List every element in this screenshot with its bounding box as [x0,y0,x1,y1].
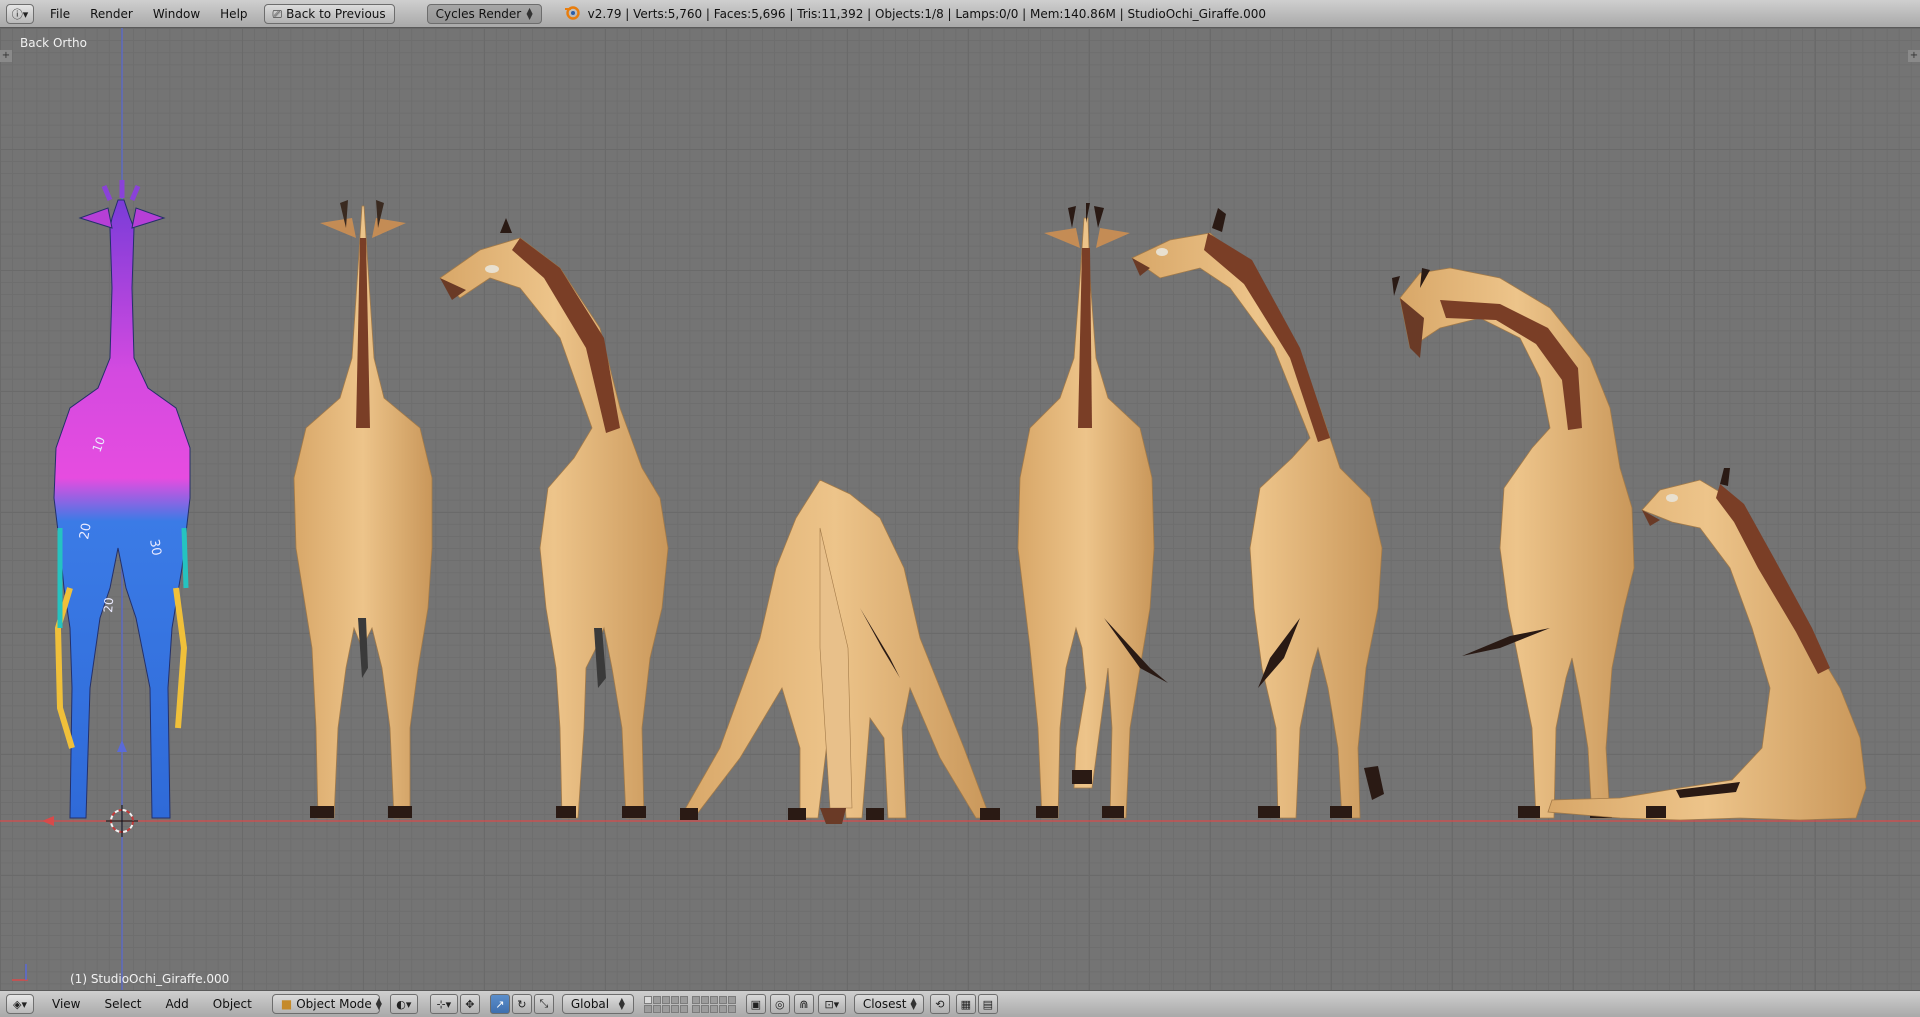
back-icon: ⎚ [272,6,283,21]
rotate-manipulator-button[interactable]: ↻ [511,994,532,1014]
orientation-label: Global [570,997,610,1011]
scale-manipulator-button[interactable]: ⤡ [533,994,554,1014]
editor-type-button[interactable]: ⓘ▾ [6,3,34,24]
x-arrow-icon [42,816,54,826]
scene-statistics: v2.79 | Verts:5,760 | Faces:5,696 | Tris… [587,6,1266,21]
uv-number: 20 [101,597,116,613]
snap-magnet-icon: ⋒ [799,997,809,1011]
layer-lock-icon: ▣ [750,997,762,1011]
menu-add[interactable]: Add [154,992,201,1016]
cube-view-icon: ◈▾ [13,997,27,1011]
menu-view[interactable]: View [40,992,92,1016]
manipulator-icon: ✥ [465,997,475,1011]
menu-render[interactable]: Render [80,2,143,26]
chevron-updown-icon: ▲ ▼ [375,996,382,1011]
viewport-shading-button[interactable]: ◐▾ [389,994,418,1014]
menu-select[interactable]: Select [92,992,153,1016]
menu-object[interactable]: Object [201,992,264,1016]
scale-icon: ⤡ [539,997,549,1010]
translate-icon: ↗ [495,997,505,1011]
render-engine-select[interactable]: Cycles Render ▲ ▼ [426,3,542,24]
lock-layers-button[interactable]: ▣ [745,994,766,1014]
snap-element-button[interactable]: ⊡▾ [817,994,846,1014]
chevron-updown-icon: ▲ ▼ [526,5,533,21]
render-anim-icon: ▤ [982,997,994,1011]
3d-viewport[interactable]: Back Ortho + + 10 20 30 20 (1) StudioOch… [0,28,1920,990]
proportional-edit-button[interactable]: ◎ [769,994,790,1014]
menu-help[interactable]: Help [210,2,257,26]
menu-file[interactable]: File [40,2,80,26]
layers-grid[interactable] [643,995,740,1013]
main-menu: File Render Window Help [40,2,258,26]
z-arrow-icon [117,740,127,752]
render-icon: ▦ [960,997,972,1011]
chevron-updown-icon: ▲ ▼ [910,996,917,1011]
menu-window[interactable]: Window [143,2,210,26]
chevron-updown-icon: ▲ ▼ [618,996,625,1011]
rotate-icon: ↻ [517,997,527,1011]
layer-group[interactable] [643,995,688,1013]
align-rotation-button[interactable]: ⟲ [929,994,950,1014]
giraffe-leg-lifted [1017,203,1168,819]
pivot-point-button[interactable]: ⊹▾ [429,994,458,1014]
mode-label: Object Mode [296,997,372,1011]
giraffe-drinking [679,479,1000,824]
giraffe-head-turned-left [439,218,669,819]
giraffe-head-low [1392,267,1635,819]
giraffe-standing-back [293,200,433,819]
render-engine-label: Cycles Render [435,6,522,21]
pivot-icon: ⊹▾ [436,997,452,1011]
blender-logo-icon [564,4,580,23]
manipulator-toggle[interactable]: ✥ [459,994,480,1014]
snap-target-select[interactable]: Closest ▲ ▼ [853,994,924,1014]
uv-number: 30 [146,538,164,557]
back-to-previous-button[interactable]: ⎚ Back to Previous [263,3,395,24]
snap-target-label: Closest [862,997,907,1011]
3d-view-header: ◈▾ View Select Add Object ■ Object Mode … [0,990,1920,1017]
active-object-label: (1) StudioOchi_Giraffe.000 [70,972,230,986]
transform-orientation-select[interactable]: Global ▲ ▼ [561,994,634,1014]
mode-select[interactable]: ■ Object Mode ▲ ▼ [271,994,382,1014]
axis-gizmo-icon [12,964,28,981]
info-header: ⓘ▾ File Render Window Help ⎚ Back to Pre… [0,0,1920,28]
giraffe-looking-back [1131,208,1384,819]
align-icon: ⟲ [935,997,945,1011]
opengl-render-anim-button[interactable]: ▤ [977,994,998,1014]
back-to-previous-label: Back to Previous [286,6,386,21]
snap-element-icon: ⊡▾ [824,997,840,1011]
info-icon: ⓘ▾ [11,7,29,21]
snap-toggle[interactable]: ⋒ [793,994,814,1014]
uv-number: 20 [77,522,95,541]
3d-cursor-icon [106,805,138,837]
editor-type-button[interactable]: ◈▾ [6,994,34,1014]
translate-manipulator-button[interactable]: ↗ [489,994,510,1014]
shading-sphere-icon: ◐▾ [396,997,412,1011]
opengl-render-image-button[interactable]: ▦ [955,994,976,1014]
object-cube-icon: ■ [280,997,293,1011]
scene-canvas: 10 20 30 20 [0,28,1920,990]
view-menu-bar: View Select Add Object [40,992,264,1016]
layer-group[interactable] [691,995,736,1013]
proportional-edit-icon: ◎ [775,997,785,1011]
